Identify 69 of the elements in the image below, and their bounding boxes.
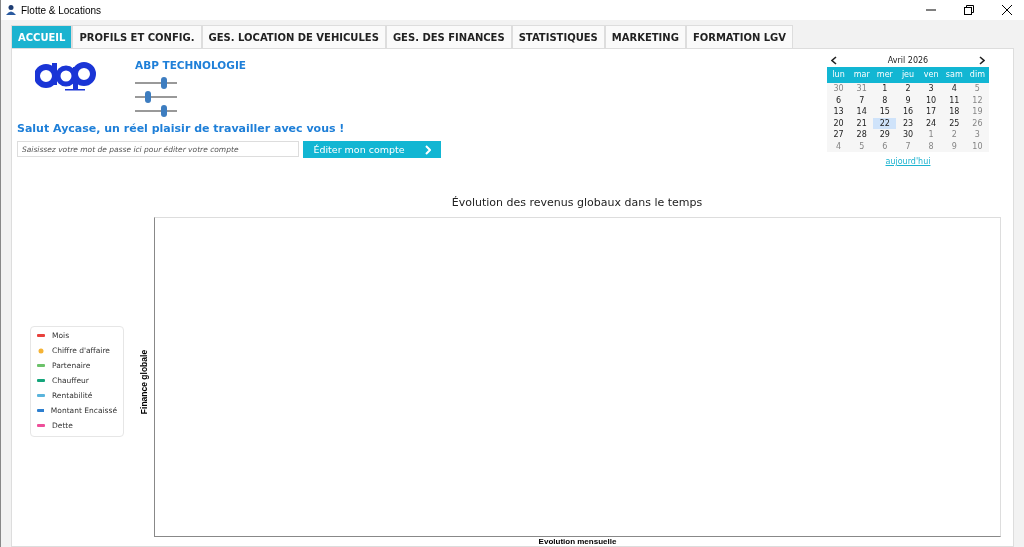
calendar-day[interactable]: 30 bbox=[896, 129, 920, 141]
calendar-day[interactable]: 2 bbox=[942, 129, 966, 141]
calendar-day[interactable]: 7 bbox=[850, 94, 874, 106]
calendar-day[interactable]: 24 bbox=[919, 117, 943, 129]
calendar-day[interactable]: 16 bbox=[896, 106, 920, 118]
calendar-day[interactable]: 4 bbox=[942, 83, 966, 95]
weekday-header: jeu bbox=[896, 67, 920, 83]
calendar-day[interactable]: 18 bbox=[942, 106, 966, 118]
weekday-header: mar bbox=[850, 67, 874, 83]
calendar-day[interactable]: 21 bbox=[850, 117, 874, 129]
calendar-day[interactable]: 26 bbox=[965, 117, 989, 129]
calendar-day[interactable]: 5 bbox=[850, 140, 874, 152]
calendar-day[interactable]: 3 bbox=[919, 83, 943, 95]
calendar-day[interactable]: 12 bbox=[965, 94, 989, 106]
calendar-day[interactable]: 13 bbox=[827, 106, 851, 118]
chevron-right-icon bbox=[424, 144, 431, 155]
calendar-day[interactable]: 29 bbox=[873, 129, 897, 141]
sliders-icon bbox=[135, 77, 177, 117]
calendar-day[interactable]: 9 bbox=[942, 140, 966, 152]
app-icon bbox=[5, 4, 17, 16]
calendar-day[interactable]: 2 bbox=[896, 83, 920, 95]
close-icon bbox=[1002, 5, 1012, 15]
calendar-day[interactable]: 28 bbox=[850, 129, 874, 141]
calendar-day[interactable]: 3 bbox=[965, 129, 989, 141]
calendar-day[interactable]: 23 bbox=[896, 117, 920, 129]
tab[interactable]: STATISTIQUES bbox=[511, 25, 605, 48]
calendar-day[interactable]: 14 bbox=[850, 106, 874, 118]
tab[interactable]: FORMATION LGV bbox=[685, 25, 794, 48]
calendar-day[interactable]: 10 bbox=[965, 140, 989, 152]
weekday-header: lun bbox=[827, 67, 851, 83]
calendar-day[interactable]: 1 bbox=[873, 83, 897, 95]
calendar-day[interactable]: 11 bbox=[942, 94, 966, 106]
weekday-header: mer bbox=[873, 67, 897, 83]
calendar-day[interactable]: 30 bbox=[827, 83, 851, 95]
weekday-header: dim bbox=[965, 67, 989, 83]
calendar-day[interactable]: 9 bbox=[896, 94, 920, 106]
calendar-day[interactable]: 15 bbox=[873, 106, 897, 118]
calendar-day[interactable]: 22 bbox=[873, 117, 897, 129]
calendar-day[interactable]: 4 bbox=[827, 140, 851, 152]
calendar-day[interactable]: 5 bbox=[965, 83, 989, 95]
window-title: Flotte & Locations bbox=[21, 4, 103, 16]
weekday-header: ven bbox=[919, 67, 943, 83]
tab[interactable]: PROFILS ET CONFIG. bbox=[72, 25, 202, 48]
calendar-day[interactable]: 6 bbox=[827, 94, 851, 106]
chevron-right-icon bbox=[979, 55, 985, 65]
calendar-day[interactable]: 19 bbox=[965, 106, 989, 118]
calendar-day[interactable]: 31 bbox=[850, 83, 874, 95]
calendar-month: Avril 2026 bbox=[887, 55, 929, 65]
company-name: ABP TECHNOLOGIE bbox=[135, 59, 246, 71]
calendar-day[interactable]: 17 bbox=[919, 106, 943, 118]
y-axis-label: Finance globale bbox=[139, 349, 149, 414]
calendar-day[interactable]: 6 bbox=[873, 140, 897, 152]
x-axis-label: Evolution mensuelle bbox=[538, 537, 617, 546]
calendar-day[interactable]: 8 bbox=[919, 140, 943, 152]
weekday-header: sam bbox=[942, 67, 966, 83]
restore-icon bbox=[964, 5, 974, 15]
calendar-day[interactable]: 1 bbox=[919, 129, 943, 141]
calendar-day[interactable]: 10 bbox=[919, 94, 943, 106]
calendar-day[interactable]: 27 bbox=[827, 129, 851, 141]
calendar-day[interactable]: 25 bbox=[942, 117, 966, 129]
tab[interactable]: MARKETING bbox=[604, 25, 686, 48]
calendar-day[interactable]: 20 bbox=[827, 117, 851, 129]
chevron-left-icon bbox=[831, 55, 837, 65]
calendar-day[interactable]: 8 bbox=[873, 94, 897, 106]
greeting-text: Salut Aycase, un réel plaisir de travailler avec vous ! bbox=[17, 122, 346, 135]
tab[interactable]: GES. DES FINANCES bbox=[385, 25, 512, 48]
chart-title: Évolution des revenus globaux dans le temps bbox=[450, 196, 704, 209]
tab[interactable]: GES. LOCATION DE VEHICULES bbox=[201, 25, 386, 48]
calendar-day[interactable]: 7 bbox=[896, 140, 920, 152]
